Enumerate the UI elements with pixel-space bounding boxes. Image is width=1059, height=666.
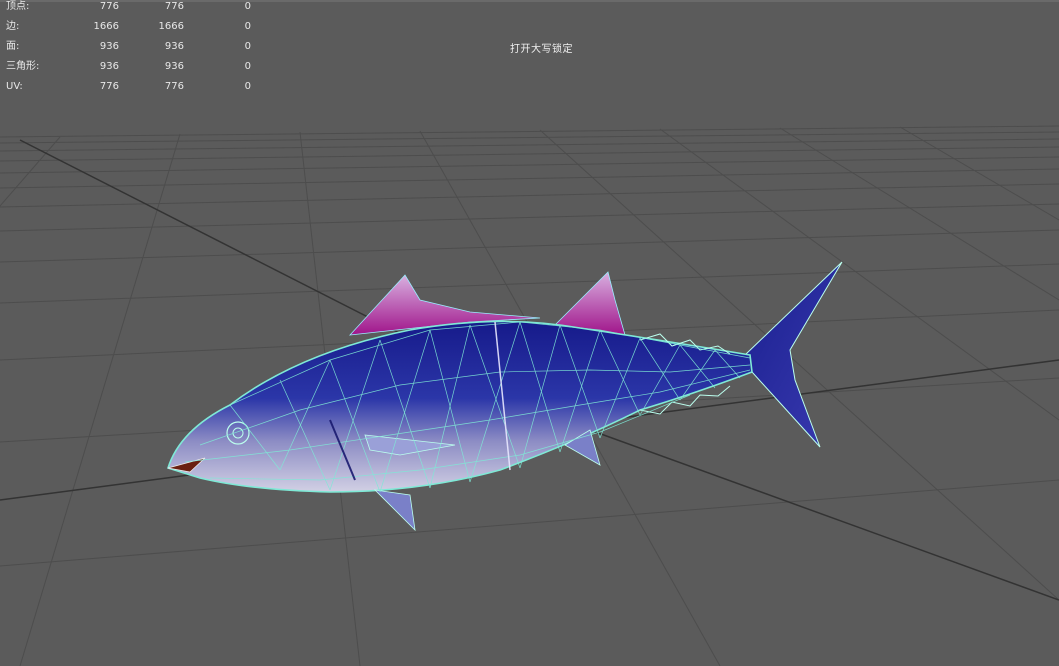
- tuna-fish-mesh[interactable]: [166, 261, 843, 532]
- hud-value: 1666: [93, 21, 119, 32]
- hud-value: 0: [244, 21, 251, 32]
- hud-row-edges: 边: 1666 1666 0: [0, 20, 260, 34]
- hud-value: 776: [164, 81, 184, 92]
- hud-label: 顶点:: [6, 1, 30, 12]
- hud-label: 三角形:: [6, 61, 40, 72]
- hud-label: 边:: [6, 21, 20, 32]
- pelvic-fin: [373, 489, 416, 532]
- 3d-viewport[interactable]: [0, 0, 1059, 666]
- hud-row-faces: 面: 936 936 0: [0, 40, 260, 54]
- hud-value: 0: [244, 61, 251, 72]
- fish-body: [166, 320, 753, 493]
- hud-value: 776: [99, 1, 119, 12]
- hud-row-triangles: 三角形: 936 936 0: [0, 60, 260, 74]
- caps-lock-indicator: 打开大写锁定: [510, 44, 573, 55]
- hud-value: 1666: [158, 21, 184, 32]
- hud-value: 936: [99, 41, 119, 52]
- hud-label: 面:: [6, 41, 20, 52]
- hud-value: 0: [244, 41, 251, 52]
- hud-value: 776: [99, 81, 119, 92]
- hud-value: 936: [164, 61, 184, 72]
- viewport-canvas[interactable]: [0, 0, 1059, 666]
- hud-value: 936: [164, 41, 184, 52]
- hud-value: 0: [244, 81, 251, 92]
- tail-fin: [744, 261, 843, 448]
- hud-row-vertices: 顶点: 776 776 0: [0, 0, 260, 14]
- hud-value: 0: [244, 1, 251, 12]
- hud-value: 776: [164, 1, 184, 12]
- hud-value: 936: [99, 61, 119, 72]
- hud-label: UV:: [6, 81, 23, 92]
- hud-row-uvs: UV: 776 776 0: [0, 80, 260, 94]
